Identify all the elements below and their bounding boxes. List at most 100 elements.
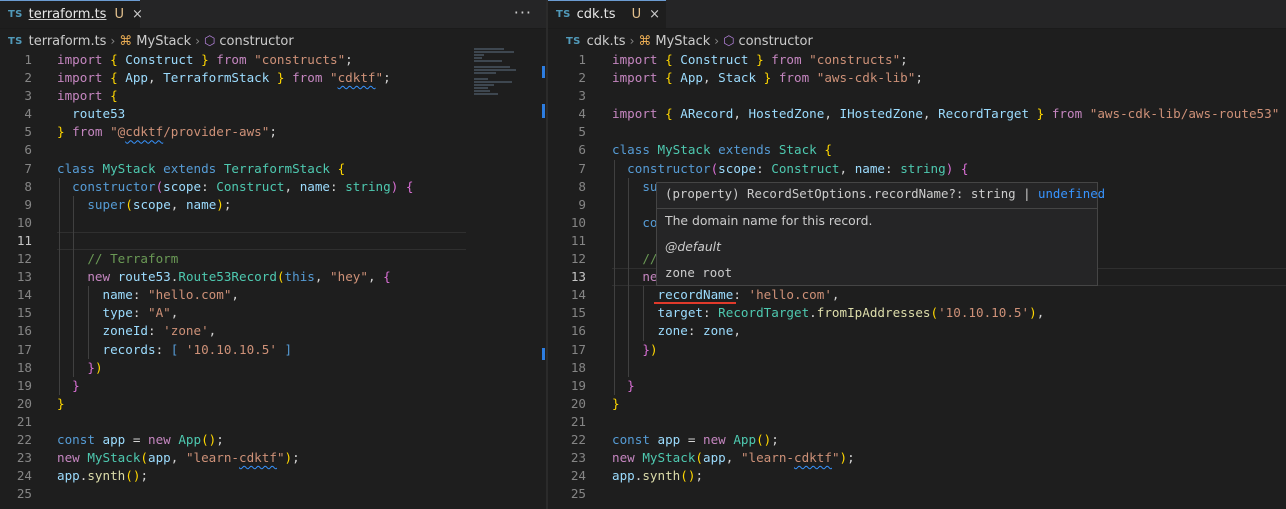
- code-line[interactable]: 3 import {: [0, 87, 546, 105]
- code-line[interactable]: 1 import { Construct } from "constructs";: [0, 51, 546, 69]
- code-token: RecordTarget: [718, 305, 810, 321]
- code-line[interactable]: 24 app.synth();: [548, 467, 1286, 485]
- code-token: cdktf: [337, 70, 376, 86]
- line-number: 18: [570, 359, 586, 375]
- code-line[interactable]: 22 const app = new App();: [0, 431, 546, 449]
- close-icon[interactable]: ×: [132, 7, 143, 22]
- code-token: app: [612, 468, 635, 484]
- code-line[interactable]: 12 // Terraform: [0, 250, 546, 269]
- code-line[interactable]: 15 target: RecordTarget.fromIpAddresses(…: [548, 304, 1286, 323]
- code-token: new: [148, 431, 179, 447]
- code-token: :: [132, 305, 149, 321]
- code-token: type: [102, 305, 133, 321]
- code-text: //: [612, 250, 657, 268]
- code-token: HostedZone: [748, 106, 825, 122]
- code-token: "aws-cdk-lib": [816, 70, 916, 86]
- breadcrumb-class[interactable]: MyStack: [136, 34, 191, 49]
- indent-guide: [88, 304, 89, 323]
- breadcrumb-class[interactable]: MyStack: [655, 34, 710, 49]
- code-line[interactable]: 17 records: [ '10.10.10.5' ]: [0, 340, 546, 359]
- code-line[interactable]: 21: [0, 413, 546, 431]
- code-line[interactable]: 16 zoneId: 'zone',: [0, 322, 546, 341]
- code-token: zoneId: [102, 323, 149, 339]
- indent-guide: [628, 177, 629, 196]
- code-line[interactable]: 7 class MyStack extends TerraformStack {: [0, 160, 546, 178]
- code-line[interactable]: 19 }: [548, 376, 1286, 395]
- code-token: recordName: [657, 287, 734, 303]
- code-line[interactable]: 7 constructor(scope: Construct, name: st…: [548, 159, 1286, 178]
- code-line[interactable]: 6 class MyStack extends Stack {: [548, 141, 1286, 159]
- code-line[interactable]: 19 }: [0, 376, 546, 395]
- tab-terraform-ts[interactable]: TS terraform.ts U ×: [0, 0, 143, 28]
- code-token: string: [345, 178, 391, 194]
- code-line[interactable]: 3: [548, 87, 1286, 105]
- code-line[interactable]: 4 import { ARecord, HostedZone, IHostedZo…: [548, 105, 1286, 123]
- line-number: 8: [24, 178, 32, 194]
- breadcrumb-method[interactable]: constructor: [738, 34, 812, 49]
- indent-guide: [628, 304, 629, 323]
- code-line[interactable]: 6: [0, 141, 546, 159]
- code-line[interactable]: 11: [0, 231, 546, 251]
- code-line[interactable]: 1 import { Construct } from "constructs";: [548, 51, 1286, 69]
- code-token: constructor: [627, 160, 711, 176]
- code-text: app.synth();: [612, 467, 703, 485]
- line-number: 24: [570, 468, 586, 484]
- code-token: ,: [148, 70, 164, 86]
- line-number: 5: [24, 124, 32, 140]
- code-text: new route53.Route53Record(this, "hey", {: [57, 268, 390, 286]
- code-line[interactable]: 23 new MyStack(app, "learn-cdktf");: [548, 449, 1286, 467]
- code-line[interactable]: 2 import { App, TerraformStack } from "cd…: [0, 69, 546, 87]
- code-line[interactable]: 21: [548, 413, 1286, 431]
- line-number: 4: [578, 106, 586, 122]
- line-number: 1: [578, 52, 586, 67]
- code-line[interactable]: 16 zone: zone,: [548, 322, 1286, 341]
- code-line[interactable]: 22 const app = new App();: [548, 431, 1286, 449]
- code-editor-left[interactable]: 1 import { Construct } from "constructs";…: [0, 51, 546, 503]
- more-actions-icon[interactable]: ···: [514, 3, 532, 22]
- annotation-underline: [654, 302, 736, 304]
- typescript-file-icon: TS: [566, 35, 581, 47]
- code-line[interactable]: 17 }): [548, 340, 1286, 359]
- code-text: class MyStack extends Stack {: [612, 141, 832, 159]
- code-token: TerraformStack: [163, 70, 270, 86]
- code-token: class: [57, 160, 103, 176]
- code-line[interactable]: 2 import { App, Stack } from "aws-cdk-lib…: [548, 69, 1286, 87]
- code-line[interactable]: 10: [0, 213, 546, 232]
- indent-guide: [88, 322, 89, 341]
- code-token: cdktf: [794, 450, 832, 466]
- code-line[interactable]: 9 super(scope, name);: [0, 195, 546, 214]
- code-line[interactable]: 25: [0, 485, 546, 503]
- code-line[interactable]: 23 new MyStack(app, "learn-cdktf");: [0, 449, 546, 467]
- close-icon[interactable]: ×: [649, 7, 660, 22]
- code-line[interactable]: 4 route53: [0, 105, 546, 123]
- code-token: "aws-cdk-lib/aws-route53": [1089, 106, 1280, 122]
- code-token: (: [276, 269, 285, 285]
- code-line[interactable]: 20}: [0, 395, 546, 413]
- code-line[interactable]: 20}: [548, 395, 1286, 413]
- code-line[interactable]: 13 new route53.Route53Record(this, "hey"…: [0, 268, 546, 287]
- code-line[interactable]: 18 }): [0, 358, 546, 377]
- code-token: [: [170, 341, 186, 357]
- breadcrumb-file[interactable]: terraform.ts: [29, 34, 107, 49]
- code-text: import { App, Stack } from "aws-cdk-lib"…: [612, 69, 923, 87]
- code-token: ,: [733, 323, 741, 339]
- tab-cdk-ts[interactable]: TS cdk.ts U ×: [548, 0, 666, 28]
- code-token: MyStack: [642, 450, 696, 466]
- code-line[interactable]: 14 name: "hello.com",: [0, 286, 546, 305]
- code-line[interactable]: 24 app.synth();: [0, 467, 546, 485]
- code-line[interactable]: 18: [548, 358, 1286, 377]
- code-line[interactable]: 25: [548, 485, 1286, 503]
- line-number: 13: [16, 269, 32, 285]
- indent-guide: [614, 322, 615, 341]
- breadcrumb-method[interactable]: constructor: [219, 34, 293, 49]
- breadcrumb-file[interactable]: cdk.ts: [587, 34, 626, 49]
- code-line[interactable]: 8 constructor(scope: Construct, name: st…: [0, 177, 546, 196]
- code-line[interactable]: 15 type: "A",: [0, 304, 546, 323]
- code-line[interactable]: 5} from "@cdktf/provider-aws";: [0, 123, 546, 141]
- code-token: ;: [140, 468, 149, 484]
- code-token: synth: [87, 468, 126, 484]
- code-line[interactable]: 5: [548, 123, 1286, 141]
- minimap[interactable]: [474, 48, 534, 108]
- code-text: type: "A",: [57, 304, 179, 322]
- code-token: }: [748, 52, 764, 67]
